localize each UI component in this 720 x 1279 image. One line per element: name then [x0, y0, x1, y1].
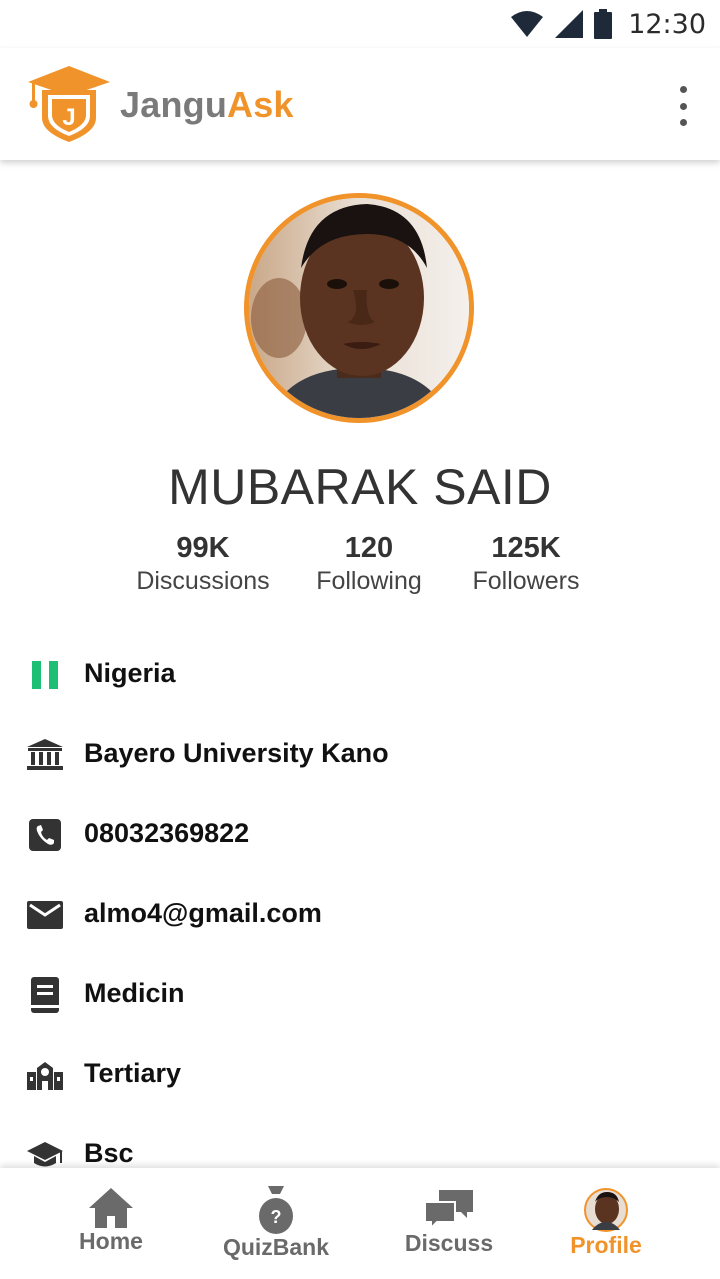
profile-name: MUBARAK SAID	[168, 459, 552, 515]
stat-value: 125K	[491, 532, 561, 564]
nav-quizbank[interactable]: ? QuizBank	[218, 1186, 334, 1261]
nav-label: Home	[79, 1228, 143, 1254]
cell-signal-icon	[555, 10, 584, 38]
graduation-cap-icon	[26, 1138, 64, 1172]
status-time: 12:30	[628, 8, 706, 40]
info-text: Bayero University Kano	[84, 738, 389, 768]
info-row-country: Nigeria	[0, 634, 720, 714]
app-bar: J JanguAsk	[0, 48, 720, 160]
info-row-email: almo4@gmail.com	[0, 874, 720, 954]
wifi-icon	[511, 11, 544, 37]
nav-home[interactable]: Home	[66, 1188, 156, 1255]
more-dot-icon	[679, 119, 687, 126]
info-text: almo4@gmail.com	[84, 898, 322, 928]
email-icon	[26, 898, 64, 932]
nav-label: Profile	[570, 1232, 642, 1258]
phone-icon	[26, 818, 64, 852]
stat-discussions[interactable]: 99K Discussions	[128, 532, 278, 596]
school-icon	[26, 1058, 64, 1092]
battery-icon	[594, 9, 613, 39]
quiz-bag-icon: ?	[259, 1186, 293, 1234]
home-icon	[89, 1188, 133, 1228]
app-logo: J	[28, 66, 110, 142]
profile-avatar[interactable]	[244, 193, 474, 423]
stat-value: 99K	[176, 532, 230, 564]
stat-label: Following	[316, 567, 422, 595]
stat-label: Discussions	[136, 567, 270, 595]
bottom-nav: Home ? QuizBank Discuss Profile	[0, 1168, 720, 1279]
nav-label: Discuss	[404, 1230, 494, 1256]
info-row-level: Tertiary	[0, 1034, 720, 1114]
nigeria-flag-icon	[26, 658, 64, 692]
more-dot-icon	[679, 86, 687, 93]
nav-discuss[interactable]: Discuss	[400, 1190, 498, 1257]
info-row-institution: Bayero University Kano	[0, 714, 720, 794]
info-text: Nigeria	[84, 658, 176, 688]
status-bar: 12:30	[0, 0, 720, 48]
info-text: 08032369822	[84, 818, 250, 848]
info-row-phone: 08032369822	[0, 794, 720, 874]
info-row-course: Medicin	[0, 954, 720, 1034]
info-text: Medicin	[84, 978, 185, 1008]
stat-label: Followers	[472, 567, 580, 595]
stat-following[interactable]: 120 Following	[298, 532, 440, 596]
more-options-button[interactable]	[668, 86, 698, 126]
institution-icon	[26, 738, 64, 772]
app-brand: JanguAsk	[120, 84, 294, 125]
stat-followers[interactable]: 125K Followers	[456, 532, 596, 596]
svg-text:?: ?	[271, 1207, 282, 1227]
avatar-photo	[249, 198, 469, 418]
nav-profile[interactable]: Profile	[558, 1188, 654, 1259]
nav-label: QuizBank	[222, 1234, 330, 1260]
info-text: Bsc	[84, 1138, 134, 1168]
more-dot-icon	[679, 102, 687, 110]
info-text: Tertiary	[84, 1058, 182, 1088]
logo-letter: J	[62, 104, 75, 131]
discuss-icon	[425, 1190, 473, 1230]
book-icon	[26, 977, 64, 1013]
profile-stats: 99K Discussions 120 Following 125K Follo…	[0, 532, 720, 602]
profile-avatar-icon	[584, 1188, 628, 1232]
stat-value: 120	[344, 532, 394, 564]
